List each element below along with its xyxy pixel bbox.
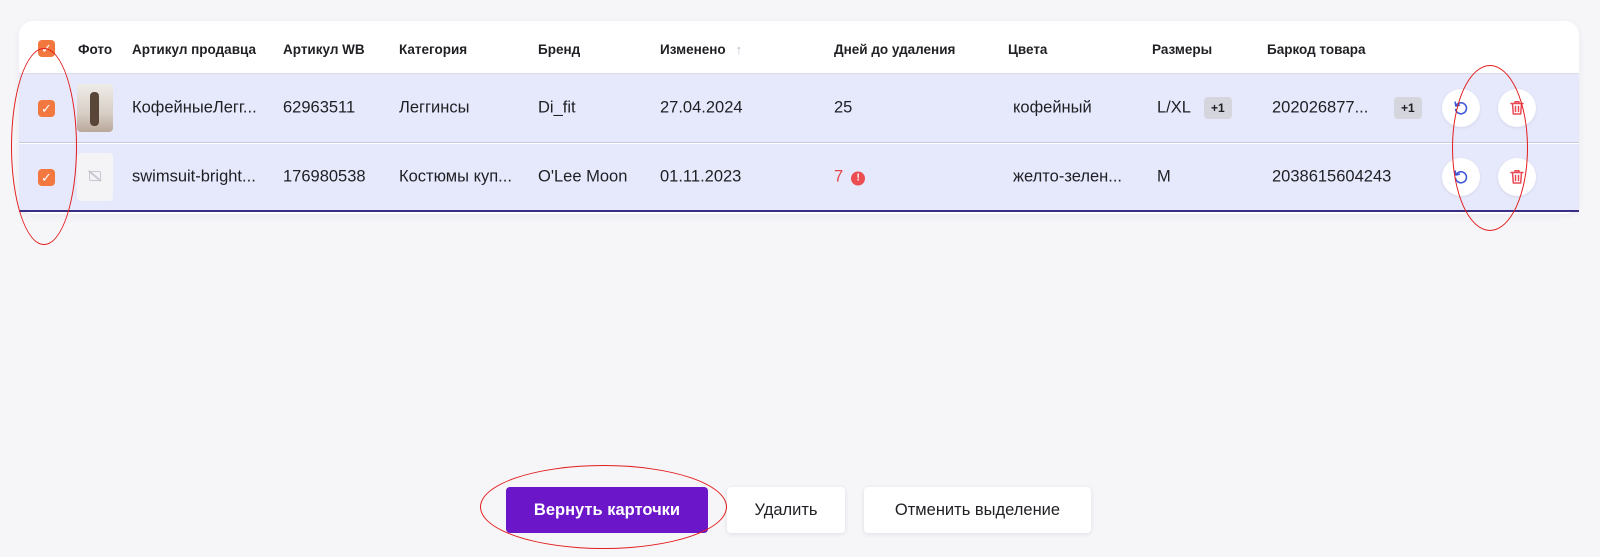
restore-cards-button[interactable]: Вернуть карточки	[506, 487, 708, 533]
size: M	[1157, 167, 1171, 186]
seller-article[interactable]: КофейныеЛегг...	[132, 99, 270, 118]
days-to-delete-cell: 7!	[834, 167, 866, 187]
sizes-more-badge[interactable]: +1	[1204, 97, 1232, 119]
restore-icon	[1454, 170, 1468, 184]
column-wb-article[interactable]: Артикул WB	[283, 42, 365, 57]
delete-row-button[interactable]	[1498, 89, 1536, 127]
arrow-up-icon[interactable]: ↑	[736, 42, 743, 57]
category: Леггинсы	[399, 98, 470, 117]
column-category[interactable]: Категория	[399, 42, 467, 57]
table-header: ✓ Фото Артикул продавца Артикул WB Катег…	[19, 21, 1579, 74]
restore-button[interactable]	[1442, 89, 1480, 127]
column-brand[interactable]: Бренд	[538, 42, 580, 57]
barcode: 2038615604243	[1272, 167, 1392, 186]
column-photo: Фото	[78, 42, 113, 57]
row-checkbox[interactable]: ✓	[38, 100, 55, 117]
select-all-checkbox[interactable]: ✓	[38, 40, 55, 57]
column-changed[interactable]: Изменено ↑	[660, 42, 742, 57]
column-colors[interactable]: Цвета	[1008, 42, 1047, 57]
wb-article: 176980538	[283, 167, 366, 186]
table-row[interactable]: ✓ swimsuit-bright... 176980538 Костюмы к…	[19, 144, 1579, 212]
brand: O'Lee Moon	[538, 167, 628, 186]
days-to-delete: 7	[834, 167, 844, 186]
delete-row-button[interactable]	[1498, 158, 1536, 196]
warning-icon[interactable]: !	[851, 171, 866, 186]
wb-article: 62963511	[283, 98, 356, 117]
product-photo[interactable]	[77, 84, 113, 132]
table-row[interactable]: ✓ КофейныеЛегг... 62963511 Леггинсы Di_f…	[19, 74, 1579, 143]
product-photo-placeholder[interactable]	[77, 153, 113, 201]
barcode: 202026877...	[1272, 98, 1369, 117]
changed-date: 01.11.2023	[660, 167, 742, 186]
column-barcode[interactable]: Баркод товара	[1267, 42, 1366, 57]
color: желто-зелен...	[1013, 167, 1123, 186]
restore-icon	[1454, 101, 1468, 115]
column-days-to-delete[interactable]: Дней до удаления	[834, 42, 955, 57]
no-photo-icon	[89, 171, 101, 181]
brand: Di_fit	[538, 98, 576, 117]
barcodes-more-badge[interactable]: +1	[1394, 97, 1422, 119]
deselect-button[interactable]: Отменить выделение	[864, 487, 1091, 533]
seller-article[interactable]: swimsuit-bright...	[132, 168, 270, 187]
delete-button[interactable]: Удалить	[727, 487, 845, 533]
trash-icon	[1510, 170, 1524, 184]
row-checkbox[interactable]: ✓	[38, 169, 55, 186]
days-to-delete: 25	[834, 98, 853, 117]
column-changed-label: Изменено	[660, 42, 726, 57]
category: Костюмы куп...	[399, 167, 512, 186]
restore-button[interactable]	[1442, 158, 1480, 196]
column-seller-article[interactable]: Артикул продавца	[132, 42, 256, 57]
archived-cards-table: ✓ Фото Артикул продавца Артикул WB Катег…	[19, 21, 1579, 214]
color: кофейный	[1013, 98, 1092, 117]
trash-icon	[1510, 101, 1524, 115]
changed-date: 27.04.2024	[660, 98, 743, 117]
size: L/XL	[1157, 98, 1191, 117]
column-sizes[interactable]: Размеры	[1152, 42, 1212, 57]
